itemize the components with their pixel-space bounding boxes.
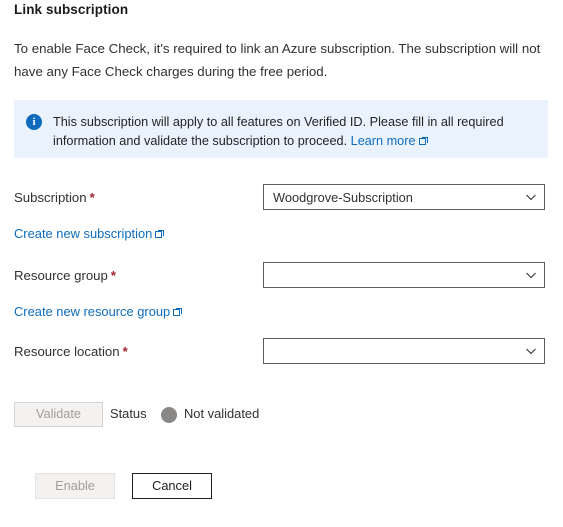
required-marker: * (122, 344, 128, 359)
info-banner-message: This subscription will apply to all feat… (53, 115, 504, 148)
page-title: Link subscription (14, 2, 129, 17)
info-circle-icon: i (26, 114, 42, 130)
required-marker: * (89, 190, 95, 205)
link-subscription-panel: Link subscription To enable Face Check, … (0, 0, 563, 527)
chevron-down-icon (518, 262, 544, 288)
learn-more-label: Learn more (350, 134, 416, 148)
external-link-icon (418, 137, 428, 146)
learn-more-link[interactable]: Learn more (351, 134, 416, 148)
status-label: Status (110, 406, 147, 421)
resource-group-label-text: Resource group (14, 268, 108, 283)
enable-button[interactable]: Enable (35, 473, 115, 499)
info-banner-text: This subscription will apply to all feat… (53, 113, 523, 151)
validate-button[interactable]: Validate (14, 402, 103, 427)
subscription-label: Subscription * (14, 190, 95, 205)
status-badge (161, 407, 177, 423)
required-marker: * (110, 268, 116, 283)
cancel-button[interactable]: Cancel (132, 473, 212, 499)
resource-location-dropdown[interactable] (263, 338, 545, 364)
intro-paragraph: To enable Face Check, it's required to l… (14, 41, 541, 79)
create-new-subscription-label: Create new subscription (14, 226, 153, 241)
create-new-resource-group-label: Create new resource group (14, 304, 171, 319)
create-new-resource-group-link[interactable]: Create new resource group (14, 304, 183, 319)
external-link-icon (155, 230, 165, 239)
resource-location-label-text: Resource location (14, 344, 120, 359)
status-value: Not validated (184, 406, 260, 421)
info-banner: i This subscription will apply to all fe… (14, 100, 548, 158)
resource-location-label: Resource location * (14, 344, 128, 359)
subscription-dropdown[interactable]: Woodgrove-Subscription (263, 184, 545, 210)
subscription-dropdown-value: Woodgrove-Subscription (273, 189, 413, 205)
resource-group-label: Resource group * (14, 268, 116, 283)
create-new-subscription-link[interactable]: Create new subscription (14, 226, 165, 241)
chevron-down-icon (518, 338, 544, 364)
subscription-label-text: Subscription (14, 190, 87, 205)
chevron-down-icon (518, 184, 544, 210)
external-link-icon (173, 308, 183, 317)
resource-group-dropdown[interactable] (263, 262, 545, 288)
